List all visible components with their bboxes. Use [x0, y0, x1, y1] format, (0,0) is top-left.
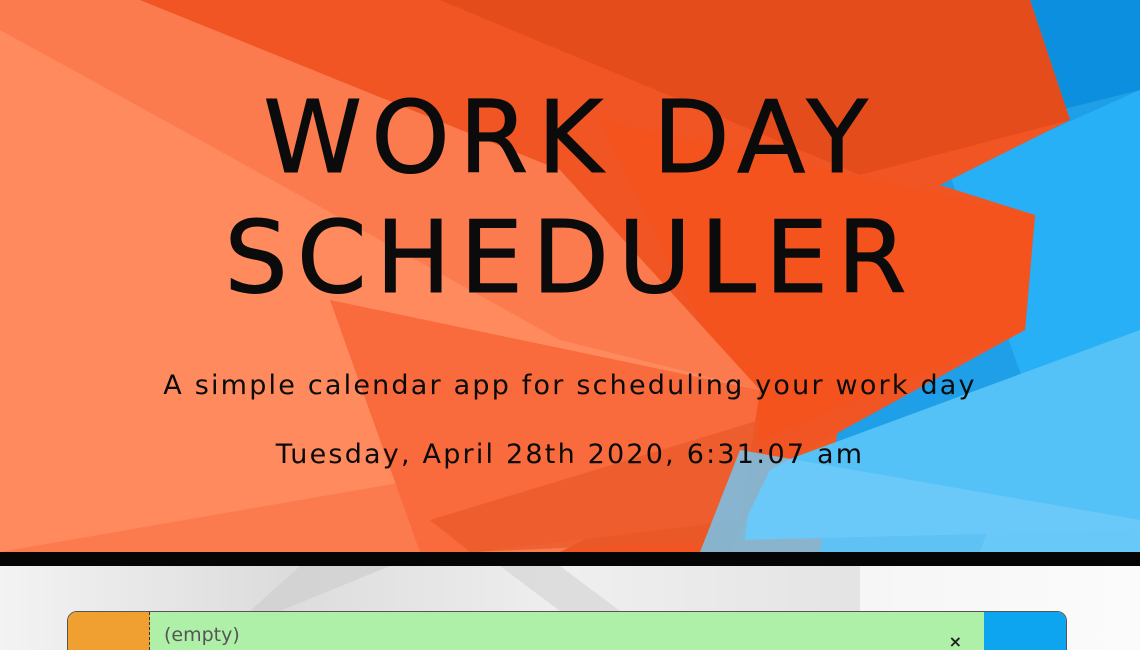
header-divider	[0, 552, 1140, 566]
save-button[interactable]	[984, 612, 1066, 650]
page-title: WORK DAY SCHEDULER	[0, 78, 1140, 318]
jumbotron: WORK DAY SCHEDULER A simple calendar app…	[0, 0, 1140, 552]
page-title-line-1: WORK DAY	[263, 79, 877, 197]
hour-label	[68, 612, 150, 650]
page: WORK DAY SCHEDULER A simple calendar app…	[0, 0, 1140, 650]
page-title-line-2: SCHEDULER	[224, 199, 916, 317]
description-text[interactable]: (empty)	[164, 624, 240, 646]
description-textarea[interactable]: (empty) ×	[150, 612, 984, 650]
time-block-row: (empty) ×	[67, 611, 1067, 650]
current-day: Tuesday, April 28th 2020, 6:31:07 am	[275, 439, 865, 470]
schedule-container: (empty) ×	[0, 566, 1140, 650]
lead-subtitle: A simple calendar app for scheduling you…	[163, 370, 977, 401]
close-icon[interactable]: ×	[949, 632, 962, 650]
